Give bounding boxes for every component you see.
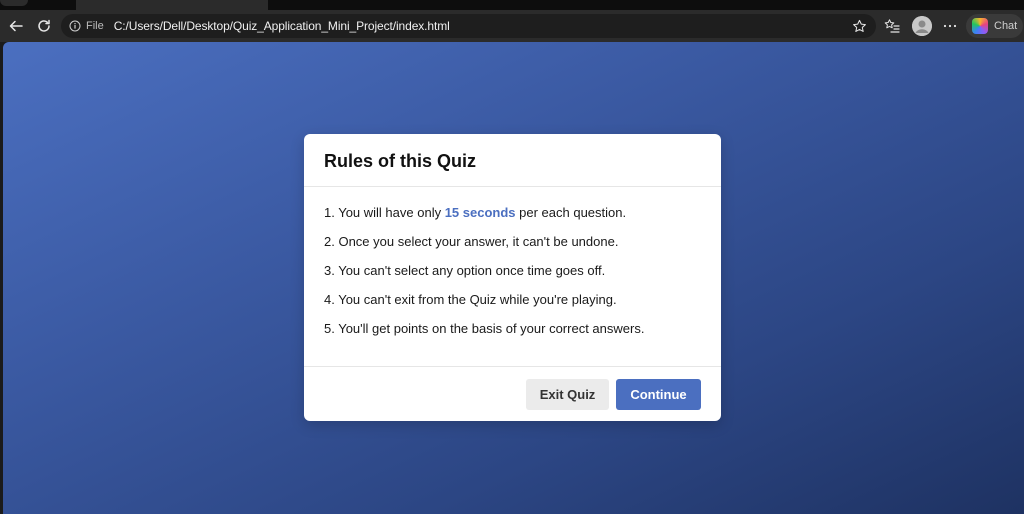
rule-item-2: 2. Once you select your answer, it can't… <box>324 234 619 249</box>
more-options-icon[interactable] <box>938 14 962 38</box>
card-footer: Exit Quiz Continue <box>304 367 721 421</box>
rule-item-3: 3. You can't select any option once time… <box>324 263 606 278</box>
url-text[interactable]: C:/Users/Dell/Desktop/Quiz_Application_M… <box>114 19 450 33</box>
tab-strip <box>0 0 1024 10</box>
favorites-list-icon[interactable] <box>880 14 904 38</box>
continue-button[interactable]: Continue <box>616 379 701 410</box>
page-viewport: Rules of this Quiz 1. You will have only… <box>3 42 1024 514</box>
browser-toolbar: File C:/Users/Dell/Desktop/Quiz_Applicat… <box>0 10 1024 42</box>
rule-1-highlight: 15 seconds <box>444 205 516 220</box>
rule-1-prefix: 1. You will have only <box>324 205 445 220</box>
copilot-chat-button[interactable]: Chat <box>966 14 1024 38</box>
rule-item-4: 4. You can't exit from the Quiz while yo… <box>324 292 617 307</box>
rule-1-suffix: per each question. <box>515 205 627 220</box>
quiz-rules-card: Rules of this Quiz 1. You will have only… <box>304 134 721 421</box>
copilot-icon <box>972 18 988 34</box>
back-icon[interactable] <box>4 14 28 38</box>
copilot-label: Chat <box>994 20 1018 32</box>
exit-quiz-button[interactable]: Exit Quiz <box>526 379 609 410</box>
profile-avatar[interactable] <box>912 16 932 36</box>
info-icon[interactable] <box>68 19 82 33</box>
rules-list: 1. You will have only 15 seconds per eac… <box>304 187 721 367</box>
rule-item-1: 1. You will have only 15 seconds per eac… <box>324 205 701 221</box>
card-title: Rules of this Quiz <box>324 151 477 171</box>
url-scheme: File <box>86 20 104 32</box>
refresh-icon[interactable] <box>32 14 56 38</box>
rule-item-5: 5. You'll get points on the basis of you… <box>324 321 645 336</box>
favorite-star-icon[interactable] <box>850 17 868 35</box>
card-header: Rules of this Quiz <box>304 134 721 187</box>
address-bar[interactable]: File C:/Users/Dell/Desktop/Quiz_Applicat… <box>61 14 876 38</box>
tab-active[interactable] <box>76 0 268 10</box>
tab-left[interactable] <box>0 0 28 6</box>
